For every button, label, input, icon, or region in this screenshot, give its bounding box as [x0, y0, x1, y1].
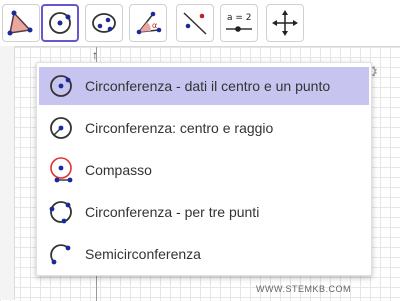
menu-item-circle-three-points[interactable]: Circonferenza - per tre punti [39, 193, 369, 231]
menu-item-label: Circonferenza: centro e raggio [85, 120, 274, 136]
menu-item-label: Circonferenza - per tre punti [85, 204, 260, 220]
semicircle-icon [45, 238, 77, 270]
move-view-tool-button[interactable] [266, 4, 304, 42]
slider-icon: a = 2 [226, 13, 252, 32]
watermark-text: WWW.STEMKB.COM [256, 284, 351, 294]
reflect-about-line-icon [183, 12, 207, 35]
slider-tool-label: a = 2 [227, 13, 252, 23]
circle-tools-menu: Circonferenza - dati il centro e un punt… [36, 62, 372, 276]
compass-icon [45, 154, 77, 186]
menu-item-label: Compasso [85, 162, 152, 178]
axis-arrow-icon: ↑ [92, 48, 98, 62]
angle-tool-button[interactable]: α [129, 4, 167, 42]
reflect-tool-button[interactable] [176, 4, 214, 42]
circle-three-points-icon [45, 196, 77, 228]
circle-center-point-icon [49, 12, 71, 34]
menu-item-circle-center-point[interactable]: Circonferenza - dati il centro e un punt… [39, 67, 369, 105]
toolbar: α a = 2 [0, 0, 400, 46]
move-graphics-view-icon [272, 10, 298, 36]
menu-item-semicircle[interactable]: Semicirconferenza [39, 235, 369, 273]
menu-item-label: Semicirconferenza [85, 246, 201, 262]
menu-item-label: Circonferenza - dati il centro e un punt… [85, 78, 331, 94]
circle-center-point-icon [45, 70, 77, 102]
menu-item-compass[interactable]: Compasso [39, 151, 369, 189]
conic-tool-button[interactable] [85, 4, 123, 42]
slider-tool-button[interactable]: a = 2 [220, 4, 258, 42]
circle-tool-button[interactable] [41, 4, 79, 42]
angle-alpha-label: α [152, 21, 157, 30]
circle-center-radius-icon [45, 112, 77, 144]
menu-item-circle-center-radius[interactable]: Circonferenza: centro e raggio [39, 109, 369, 147]
polygon-icon [7, 10, 33, 36]
angle-icon: α [136, 11, 162, 35]
circle-through-points-icon [92, 13, 116, 33]
algebra-view-edge [0, 46, 15, 300]
polygon-tool-button[interactable] [2, 4, 40, 42]
